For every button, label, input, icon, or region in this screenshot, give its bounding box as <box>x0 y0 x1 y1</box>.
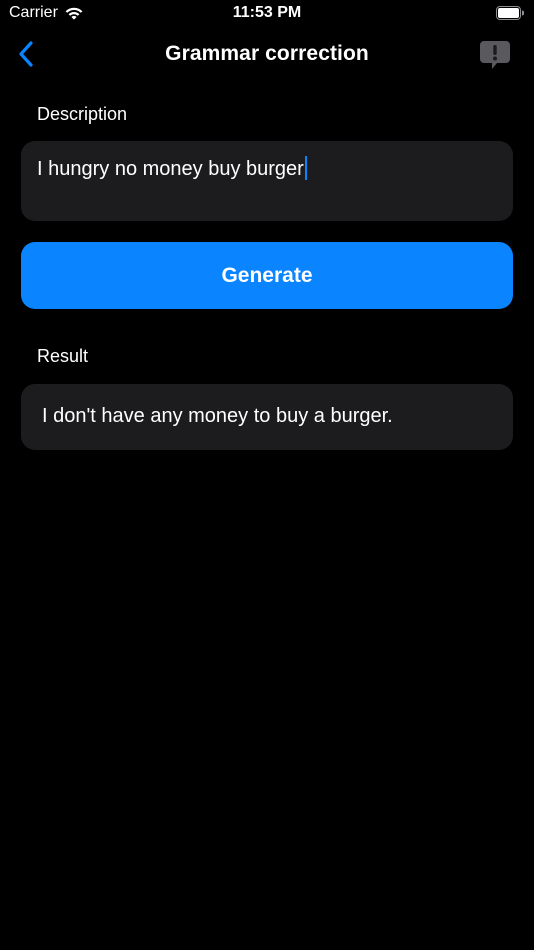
status-time: 11:53 PM <box>232 4 302 21</box>
result-output[interactable]: I don't have any money to buy a burger. <box>21 384 513 450</box>
page-title: Grammar correction <box>165 42 369 65</box>
report-button[interactable] <box>478 38 512 72</box>
generate-button[interactable]: Generate <box>21 242 513 309</box>
text-caret <box>304 156 307 180</box>
result-text: I don't have any money to buy a burger. <box>42 405 393 427</box>
navigation-bar: Grammar correction <box>0 32 534 76</box>
description-input[interactable]: I hungry no money buy burger <box>21 141 513 221</box>
battery-full-icon <box>496 6 525 20</box>
description-label: Description <box>37 104 128 124</box>
status-bar: Carrier 11:53 PM <box>0 0 534 28</box>
result-label: Result <box>37 346 89 366</box>
exclamation-bubble-icon <box>480 41 510 69</box>
description-input-text: I hungry no money buy burger <box>37 158 304 180</box>
